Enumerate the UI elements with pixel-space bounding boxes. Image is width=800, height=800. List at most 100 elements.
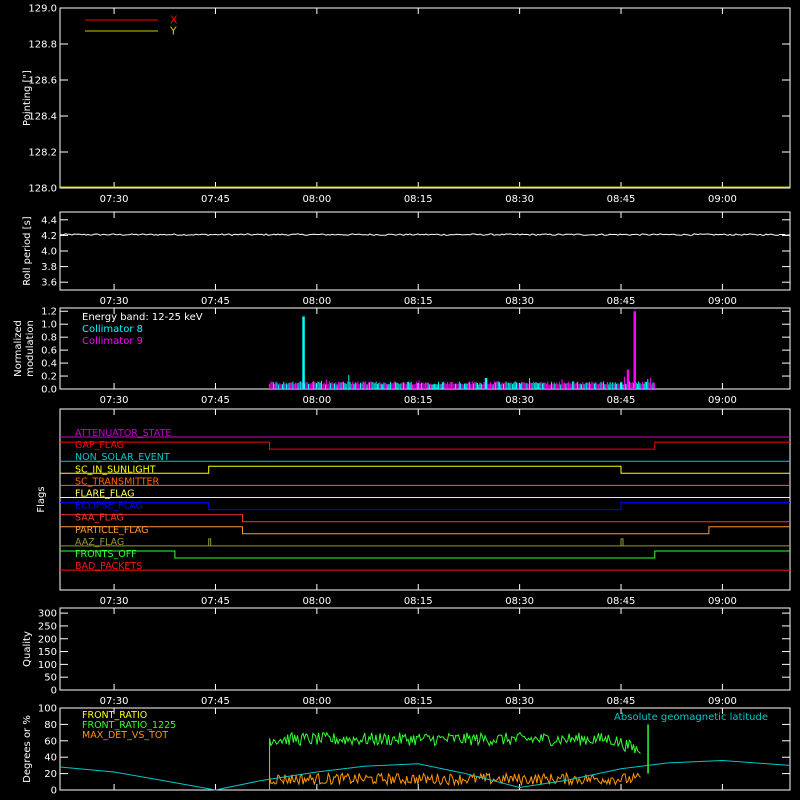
modulation-peak (302, 316, 305, 389)
time-tick-label: 08:45 (607, 194, 636, 205)
modulation-peak (626, 369, 630, 389)
time-tick-label: 08:45 (607, 296, 636, 307)
y-tick-label: 4.0 (41, 247, 57, 258)
y-tick-label: 100 (38, 660, 57, 671)
y-tick-label: 129.0 (28, 4, 57, 15)
flag-label: AAZ_FLAG (75, 537, 124, 548)
legend-label: Y (169, 25, 177, 38)
y-tick-label: 80 (44, 720, 57, 731)
legend-label: MAX_DET_VS_TOT (82, 730, 168, 741)
panel-1-ylabel: Pointing ["] (22, 70, 33, 126)
time-tick-label: 09:00 (708, 296, 737, 307)
y-tick-label: 4.4 (41, 215, 57, 226)
legend-label: Collimator 8 (82, 324, 143, 335)
time-tick-label: 08:00 (302, 194, 331, 205)
y-tick-label: 60 (44, 736, 57, 747)
y-tick-label: 1.2 (41, 307, 57, 318)
y-tick-label: 200 (38, 634, 57, 645)
flag-label: NON_SOLAR_EVENT (75, 452, 170, 463)
flag-line (60, 514, 790, 523)
y-tick-label: 150 (38, 647, 57, 658)
time-tick-label: 08:00 (302, 296, 331, 307)
time-tick-label: 07:45 (201, 696, 230, 707)
time-tick-label: 08:30 (505, 696, 534, 707)
y-tick-label: 40 (44, 753, 57, 764)
flag-line (60, 502, 790, 511)
time-tick-label: 08:30 (505, 395, 534, 406)
max-det-vs-tot-line (269, 771, 641, 787)
flag-label: BAD_PACKETS (75, 561, 142, 572)
flag-line (60, 550, 790, 559)
y-tick-label: 0.2 (41, 372, 57, 383)
y-tick-label: 0.4 (41, 359, 57, 370)
y-tick-label: 0.8 (41, 333, 57, 344)
flag-label: FRONTS_OFF (75, 549, 137, 560)
y-tick-label: 3.6 (41, 278, 57, 289)
y-tick-label: 300 (38, 609, 57, 620)
panel-2-frame (59, 211, 791, 291)
time-tick-label: 08:15 (404, 194, 433, 205)
flag-label: ECLIPSE_FLAG (75, 501, 143, 512)
geomagnetic-latitude-annotation: Absolute geomagnetic latitude (614, 712, 768, 723)
ylabel-line-1: Normalized (13, 320, 24, 377)
time-tick-label: 09:00 (708, 395, 737, 406)
panel-2-ylabel: Roll period [s] (22, 216, 33, 285)
flag-spike (208, 538, 212, 546)
panel-4-ylabel: Flags (36, 486, 47, 512)
y-tick-label: 0 (51, 686, 57, 697)
y-tick-label: 128.0 (28, 184, 57, 195)
flag-label: SAA_FLAG (75, 513, 124, 524)
time-tick-label: 07:30 (100, 194, 129, 205)
modulation-peak (484, 377, 488, 389)
time-tick-label: 07:30 (100, 596, 129, 607)
flag-label: GAP_FLAG (75, 440, 124, 451)
y-tick-label: 1.0 (41, 320, 57, 331)
ylabel-line-2: modulation (25, 320, 36, 377)
flag-label: SC_IN_SUNLIGHT (75, 464, 156, 475)
y-tick-label: 4.2 (41, 231, 57, 242)
panel-5-frame (59, 607, 791, 691)
legend-label: Collimator 9 (82, 336, 143, 347)
y-tick-label: 0 (51, 786, 57, 797)
time-tick-label: 07:30 (100, 296, 129, 307)
flag-line (60, 526, 790, 535)
flag-line (60, 441, 790, 450)
time-tick-label: 07:45 (201, 395, 230, 406)
y-tick-label: 3.8 (41, 262, 57, 273)
time-tick-label: 08:45 (607, 395, 636, 406)
flag-label: SC_TRANSMITTER (75, 476, 160, 487)
y-tick-label: 0.6 (41, 346, 57, 357)
time-tick-label: 08:30 (505, 194, 534, 205)
flag-label: PARTICLE_FLAG (75, 525, 148, 536)
time-tick-label: 08:00 (302, 696, 331, 707)
y-tick-label: 0.0 (41, 385, 57, 396)
panel-5-ylabel: Quality (22, 631, 33, 667)
panel-3-ylabel: Normalized modulation (13, 320, 36, 377)
y-tick-label: 250 (38, 621, 57, 632)
time-tick-label: 08:00 (302, 596, 331, 607)
time-tick-label: 08:15 (404, 696, 433, 707)
energy-band-annotation: Energy band: 12-25 keV (82, 312, 203, 323)
modulation-peak (633, 311, 636, 389)
time-tick-label: 09:00 (708, 596, 737, 607)
flag-label: FLARE_FLAG (75, 489, 135, 500)
flag-spike (620, 538, 624, 546)
y-tick-label: 50 (44, 673, 57, 684)
y-tick-label: 128.2 (28, 148, 57, 159)
time-tick-label: 08:15 (404, 596, 433, 607)
time-tick-label: 07:30 (100, 696, 129, 707)
time-tick-label: 09:00 (708, 194, 737, 205)
y-tick-label: 20 (44, 769, 57, 780)
time-tick-label: 08:00 (302, 395, 331, 406)
time-tick-label: 07:45 (201, 194, 230, 205)
time-tick-label: 08:45 (607, 696, 636, 707)
time-tick-label: 08:15 (404, 296, 433, 307)
time-tick-label: 08:15 (404, 395, 433, 406)
time-tick-label: 08:45 (607, 596, 636, 607)
y-tick-label: 100 (38, 704, 57, 715)
roll-period-line (59, 233, 790, 236)
flag-line (60, 465, 790, 474)
time-tick-label: 07:45 (201, 596, 230, 607)
y-tick-label: 128.8 (28, 40, 57, 51)
time-tick-label: 07:45 (201, 296, 230, 307)
